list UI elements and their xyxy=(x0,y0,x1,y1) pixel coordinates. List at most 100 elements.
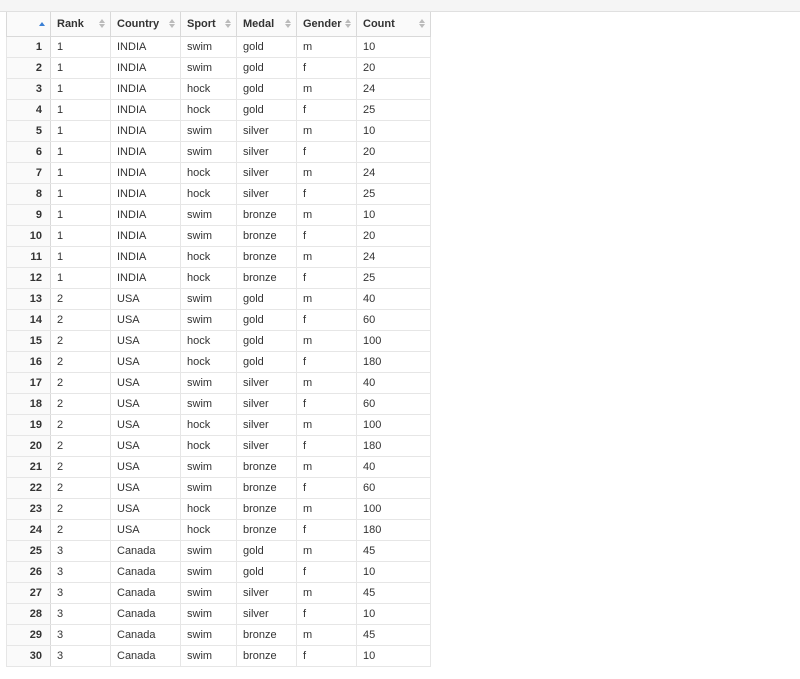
column-header-country[interactable]: Country xyxy=(111,12,181,36)
table-row[interactable]: 152USAhockgoldm100 xyxy=(7,330,431,351)
column-label: Medal xyxy=(243,18,274,30)
table-row[interactable]: 91INDIAswimbronzem10 xyxy=(7,204,431,225)
sort-asc-icon xyxy=(99,19,105,23)
row-index-cell: 16 xyxy=(7,351,51,372)
table-row[interactable]: 11INDIAswimgoldm10 xyxy=(7,36,431,57)
cell-count: 180 xyxy=(357,435,431,456)
table-row[interactable]: 172USAswimsilverm40 xyxy=(7,372,431,393)
column-header-idx[interactable] xyxy=(7,12,51,36)
column-header-count[interactable]: Count xyxy=(357,12,431,36)
sort-asc-icon xyxy=(169,19,175,23)
cell-rank: 1 xyxy=(51,204,111,225)
table-row[interactable]: 303Canadaswimbronzef10 xyxy=(7,645,431,666)
table-row[interactable]: 41INDIAhockgoldf25 xyxy=(7,99,431,120)
cell-medal: gold xyxy=(237,288,297,309)
cell-country: USA xyxy=(111,309,181,330)
cell-country: INDIA xyxy=(111,267,181,288)
cell-country: USA xyxy=(111,351,181,372)
column-label: Count xyxy=(363,18,395,30)
table-row[interactable]: 162USAhockgoldf180 xyxy=(7,351,431,372)
table-row[interactable]: 232USAhockbronzem100 xyxy=(7,498,431,519)
column-header-rank[interactable]: Rank xyxy=(51,12,111,36)
column-label: Sport xyxy=(187,18,216,30)
cell-sport: hock xyxy=(181,414,237,435)
sort-arrows-icon[interactable] xyxy=(38,17,46,31)
cell-gender: m xyxy=(297,162,357,183)
cell-country: INDIA xyxy=(111,204,181,225)
cell-count: 180 xyxy=(357,351,431,372)
cell-count: 24 xyxy=(357,162,431,183)
table-row[interactable]: 222USAswimbronzef60 xyxy=(7,477,431,498)
cell-gender: m xyxy=(297,78,357,99)
cell-sport: hock xyxy=(181,330,237,351)
table-row[interactable]: 61INDIAswimsilverf20 xyxy=(7,141,431,162)
sort-arrows-icon[interactable] xyxy=(98,17,106,31)
column-header-sport[interactable]: Sport xyxy=(181,12,237,36)
cell-sport: hock xyxy=(181,183,237,204)
table-row[interactable]: 263Canadaswimgoldf10 xyxy=(7,561,431,582)
row-index-cell: 23 xyxy=(7,498,51,519)
table-row[interactable]: 212USAswimbronzem40 xyxy=(7,456,431,477)
cell-medal: gold xyxy=(237,57,297,78)
table-row[interactable]: 31INDIAhockgoldm24 xyxy=(7,78,431,99)
column-header-medal[interactable]: Medal xyxy=(237,12,297,36)
table-row[interactable]: 202USAhocksilverf180 xyxy=(7,435,431,456)
cell-count: 10 xyxy=(357,204,431,225)
cell-sport: swim xyxy=(181,624,237,645)
sort-arrows-icon[interactable] xyxy=(284,17,292,31)
cell-rank: 2 xyxy=(51,519,111,540)
cell-count: 45 xyxy=(357,540,431,561)
sort-arrows-icon[interactable] xyxy=(344,17,352,31)
cell-country: Canada xyxy=(111,540,181,561)
table-row[interactable]: 21INDIAswimgoldf20 xyxy=(7,57,431,78)
cell-count: 20 xyxy=(357,141,431,162)
cell-medal: gold xyxy=(237,330,297,351)
column-header-gender[interactable]: Gender xyxy=(297,12,357,36)
sort-asc-icon xyxy=(345,19,351,23)
cell-medal: bronze xyxy=(237,225,297,246)
cell-sport: swim xyxy=(181,57,237,78)
cell-country: Canada xyxy=(111,603,181,624)
cell-count: 24 xyxy=(357,246,431,267)
table-row[interactable]: 81INDIAhocksilverf25 xyxy=(7,183,431,204)
data-grid-body: 11INDIAswimgoldm1021INDIAswimgoldf2031IN… xyxy=(7,36,431,666)
cell-count: 25 xyxy=(357,99,431,120)
sort-arrows-icon[interactable] xyxy=(168,17,176,31)
table-row[interactable]: 142USAswimgoldf60 xyxy=(7,309,431,330)
table-row[interactable]: 293Canadaswimbronzem45 xyxy=(7,624,431,645)
table-row[interactable]: 182USAswimsilverf60 xyxy=(7,393,431,414)
row-index-cell: 15 xyxy=(7,330,51,351)
table-row[interactable]: 253Canadaswimgoldm45 xyxy=(7,540,431,561)
column-label: Gender xyxy=(303,18,342,30)
cell-sport: swim xyxy=(181,645,237,666)
cell-medal: bronze xyxy=(237,519,297,540)
cell-country: USA xyxy=(111,414,181,435)
cell-gender: m xyxy=(297,456,357,477)
cell-rank: 1 xyxy=(51,78,111,99)
cell-gender: m xyxy=(297,624,357,645)
cell-rank: 1 xyxy=(51,267,111,288)
table-row[interactable]: 101INDIAswimbronzef20 xyxy=(7,225,431,246)
table-row[interactable]: 192USAhocksilverm100 xyxy=(7,414,431,435)
cell-count: 10 xyxy=(357,36,431,57)
table-row[interactable]: 283Canadaswimsilverf10 xyxy=(7,603,431,624)
cell-country: INDIA xyxy=(111,246,181,267)
row-index-cell: 3 xyxy=(7,78,51,99)
sort-arrows-icon[interactable] xyxy=(418,17,426,31)
row-index-cell: 8 xyxy=(7,183,51,204)
table-row[interactable]: 111INDIAhockbronzem24 xyxy=(7,246,431,267)
table-row[interactable]: 51INDIAswimsilverm10 xyxy=(7,120,431,141)
cell-sport: hock xyxy=(181,246,237,267)
table-row[interactable]: 242USAhockbronzef180 xyxy=(7,519,431,540)
table-row[interactable]: 273Canadaswimsilverm45 xyxy=(7,582,431,603)
cell-rank: 2 xyxy=(51,372,111,393)
cell-gender: m xyxy=(297,540,357,561)
cell-rank: 2 xyxy=(51,435,111,456)
table-row[interactable]: 132USAswimgoldm40 xyxy=(7,288,431,309)
sort-arrows-icon[interactable] xyxy=(224,17,232,31)
cell-gender: f xyxy=(297,225,357,246)
table-row[interactable]: 71INDIAhocksilverm24 xyxy=(7,162,431,183)
row-index-cell: 12 xyxy=(7,267,51,288)
row-index-cell: 5 xyxy=(7,120,51,141)
table-row[interactable]: 121INDIAhockbronzef25 xyxy=(7,267,431,288)
